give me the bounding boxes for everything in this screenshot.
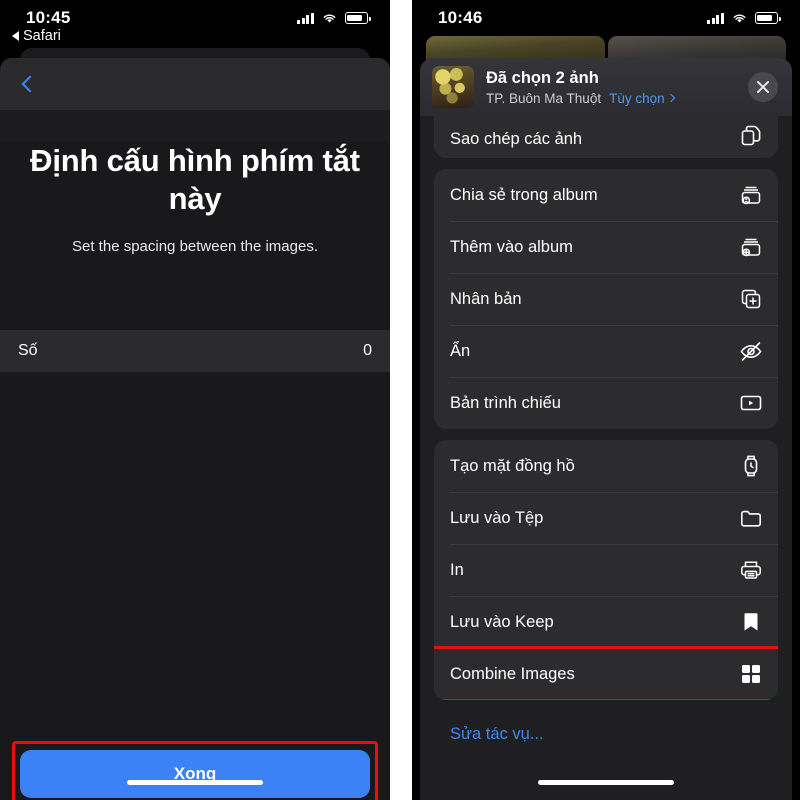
home-indicator — [127, 780, 263, 785]
page-subtitle: Set the spacing between the images. — [72, 237, 318, 255]
share-location: TP. Buôn Ma Thuột — [486, 90, 602, 106]
menu-group-2: Chia sẻ trong album Thêm vào album Nhân … — [434, 169, 778, 429]
menu-group-3: Tạo mặt đồng hồ Lưu vào Tệp In Lưu vào K… — [434, 440, 778, 700]
menu-item-duplicate[interactable]: Nhân bản — [434, 273, 778, 325]
menu-item-label: Lưu vào Keep — [450, 612, 554, 631]
options-label: Tùy chọn — [609, 90, 665, 106]
share-menu-area: Sao chép các ảnh Chia sẻ trong album Thê… — [420, 112, 792, 744]
wifi-icon — [323, 14, 336, 23]
folder-icon — [738, 505, 764, 531]
menu-group-1: Sao chép các ảnh — [434, 112, 778, 158]
panel-separator — [390, 0, 412, 800]
printer-icon — [738, 557, 764, 583]
home-indicator — [538, 780, 674, 785]
menu-item-print[interactable]: In — [434, 544, 778, 596]
duplicate-icon — [738, 286, 764, 312]
return-app-label: Safari — [23, 28, 61, 44]
chevron-right-icon — [666, 94, 675, 103]
chevron-left-icon[interactable] — [21, 75, 39, 93]
battery-icon — [755, 12, 781, 24]
number-field-row[interactable]: Số 0 — [0, 330, 390, 372]
watch-face-icon — [738, 453, 764, 479]
eye-slash-icon — [738, 338, 764, 364]
status-icons — [707, 12, 781, 24]
close-button[interactable] — [748, 72, 778, 102]
sheet-body: Định cấu hình phím tắt này Set the spaci… — [0, 142, 390, 800]
shortcut-config-sheet: Định cấu hình phím tắt này Set the spaci… — [0, 58, 390, 800]
menu-item-label: Sao chép các ảnh — [450, 130, 583, 148]
number-field-value[interactable]: 0 — [363, 342, 372, 360]
page-title: Định cấu hình phím tắt này — [30, 143, 360, 216]
menu-item-label: Thêm vào album — [450, 237, 573, 256]
done-button[interactable]: Xong — [20, 750, 370, 798]
options-link[interactable]: Tùy chọn — [609, 90, 675, 106]
menu-item-copy-photos[interactable]: Sao chép các ảnh — [434, 112, 778, 158]
wifi-icon — [733, 14, 746, 23]
share-subtitle-row: TP. Buôn Ma Thuột Tùy chọn — [486, 91, 736, 106]
battery-icon — [345, 12, 371, 24]
copy-photos-icon — [738, 123, 764, 149]
share-sheet: Đã chọn 2 ảnh TP. Buôn Ma Thuột Tùy chọn — [420, 58, 792, 800]
menu-item-label: Combine Images — [450, 664, 575, 683]
screenshot-stage: 10:45 Safari Định cấu hình phím tắt này … — [0, 0, 800, 800]
edit-actions-button[interactable]: Sửa tác vụ... — [434, 711, 778, 744]
menu-item-watch-face[interactable]: Tạo mặt đồng hồ — [434, 440, 778, 492]
menu-item-label: Ẩn — [450, 341, 471, 360]
menu-item-label: In — [450, 560, 464, 579]
return-to-safari-button[interactable]: Safari — [12, 28, 61, 44]
slideshow-icon — [738, 390, 764, 416]
cellular-signal-icon — [707, 12, 724, 24]
done-button-wrapper: Xong — [12, 741, 378, 800]
share-header-text: Đã chọn 2 ảnh TP. Buôn Ma Thuột Tùy chọn — [486, 68, 736, 106]
photo-thumbnail — [432, 66, 474, 108]
bookmark-icon — [738, 609, 764, 635]
shared-album-icon — [738, 182, 764, 208]
menu-item-combine-images[interactable]: Combine Images — [434, 646, 778, 700]
menu-item-label: Chia sẻ trong album — [450, 185, 598, 204]
back-triangle-icon — [12, 31, 19, 41]
menu-item-hide[interactable]: Ẩn — [434, 325, 778, 377]
menu-item-save-to-files[interactable]: Lưu vào Tệp — [434, 492, 778, 544]
left-phone-panel: 10:45 Safari Định cấu hình phím tắt này … — [0, 0, 390, 800]
share-sheet-header: Đã chọn 2 ảnh TP. Buôn Ma Thuột Tùy chọn — [420, 58, 792, 116]
left-sheet-stack: Định cấu hình phím tắt này Set the spaci… — [0, 36, 390, 800]
menu-item-label: Lưu vào Tệp — [450, 508, 544, 527]
add-to-album-icon — [738, 234, 764, 260]
sheet-nav-bar — [0, 58, 390, 110]
status-icons — [297, 12, 371, 24]
number-field-label: Số — [18, 342, 38, 359]
share-title: Đã chọn 2 ảnh — [486, 69, 599, 88]
right-phone-panel: 10:46 Đã chọn 2 ảnh TP. Buôn Ma Thuột Tù… — [412, 0, 800, 800]
menu-item-label: Nhân bản — [450, 289, 522, 308]
close-icon — [757, 81, 769, 93]
status-time: 10:45 — [26, 8, 71, 27]
grid-icon — [738, 661, 764, 687]
menu-item-label: Bản trình chiếu — [450, 393, 561, 412]
menu-item-shared-album[interactable]: Chia sẻ trong album — [434, 169, 778, 221]
cellular-signal-icon — [297, 12, 314, 24]
right-status-bar: 10:46 — [412, 0, 800, 36]
menu-item-add-to-album[interactable]: Thêm vào album — [434, 221, 778, 273]
menu-item-label: Tạo mặt đồng hồ — [450, 456, 575, 475]
menu-item-save-to-keep[interactable]: Lưu vào Keep — [434, 596, 778, 648]
menu-item-slideshow[interactable]: Bản trình chiếu — [434, 377, 778, 429]
status-time: 10:46 — [438, 8, 483, 27]
